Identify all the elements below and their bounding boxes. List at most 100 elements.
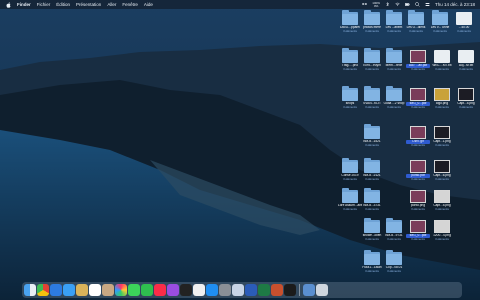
dropbox-icon[interactable] [362,2,368,7]
menu-aide[interactable]: Aide [144,0,153,9]
desktop-folder[interactable]: shops 3 éléments [338,86,362,109]
calendar-icon[interactable] [89,284,101,296]
document-icon [458,50,474,63]
hard-drive-icon [456,12,472,25]
desktop-folder[interactable]: BM-d...2121 3 éléments [360,158,384,181]
desktop-document[interactable]: Auj...M.txt 3 éléments [454,50,478,71]
menu-fenetre[interactable]: Fenêtre [122,0,138,9]
desktop-image[interactable]: Capt...5.png 3 éléments [454,88,478,109]
desktop-folder[interactable]: photos mere 3 éléments [360,10,384,33]
desktop-folder[interactable]: BM-d...9731 3 éléments [382,218,406,241]
desktop-image[interactable]: DWT.gif 3 éléments [406,126,430,147]
desktop-image[interactable]: ponto.png 3 éléments [406,190,430,211]
desktop-folder[interactable]: BM-d...3731 3 éléments [360,188,384,211]
image-thumbnail-icon [410,50,426,63]
finder-icon[interactable] [24,284,36,296]
bluetooth-icon[interactable] [385,2,390,7]
menu-bar: Finder Fichier Édition Présentation Alle… [0,0,480,9]
search-icon[interactable] [415,2,420,7]
terminal-icon[interactable] [284,284,296,296]
folder-icon [342,48,358,63]
folder-icon [386,48,402,63]
image-thumbnail-icon [410,160,426,173]
desktop-folder[interactable]: Docu....pparel 3 éléments [338,10,362,33]
image-thumbnail-icon [410,220,426,233]
desktop-folder[interactable]: Mem....texe 3 éléments [382,48,406,71]
news-icon[interactable] [193,284,205,296]
desktop-image[interactable]: IMG_0...pdf 3 éléments [406,220,430,241]
word-icon[interactable] [245,284,257,296]
wifi-icon[interactable] [395,2,400,7]
mail-icon[interactable] [63,284,75,296]
apple-icon[interactable] [6,1,11,8]
folder-icon [342,86,358,101]
preview-icon[interactable] [232,284,244,296]
desktop-image[interactable]: DAT ...ax.pdf 3 éléments [406,50,430,71]
control-center-icon[interactable] [425,2,430,7]
folder-icon [386,218,402,233]
podcasts-icon[interactable] [167,284,179,296]
desktop-image[interactable]: IMG_0...pdf 3 éléments [406,88,430,109]
desktop-folder[interactable]: Fuk41...18lan 3 éléments [360,250,384,273]
desktop-folder[interactable]: Conse 2019 3 éléments [338,158,362,181]
contacts-icon[interactable] [102,284,114,296]
settings-icon[interactable] [219,284,231,296]
desktop-image[interactable]: Capt...5.png 3 éléments [430,190,454,211]
desktop-folder[interactable]: Les V... unne 3 éléments [428,10,452,33]
dock-separator [299,284,300,296]
battery-status: 100% 0% [372,0,380,8]
desktop-folder[interactable]: Outla ...2 shop 3 éléments [382,86,406,109]
image-thumbnail-icon [434,160,450,173]
menu-presentation[interactable]: Présentation [76,0,101,9]
desktop-image[interactable]: ponto.pdf 3 éléments [406,160,430,181]
facetime-icon[interactable] [141,284,153,296]
desktop-folder[interactable]: Lore Assum...ahem 3 éléments [338,188,362,211]
notes-icon[interactable] [76,284,88,296]
menu-fichier[interactable]: Fichier [37,0,51,9]
menu-clock[interactable]: Thu 14 déc. à 23:18 [435,0,475,9]
appstore-icon[interactable] [206,284,218,296]
folder-icon [364,188,380,203]
desktop-folder[interactable]: BM-d...1521 3 éléments [360,124,384,147]
desktop-folder[interactable]: Cop...08.01 3 éléments [382,250,406,273]
powerpoint-icon[interactable] [271,284,283,296]
desktop-folder[interactable]: showe...ollen 3 éléments [360,218,384,241]
excel-icon[interactable] [258,284,270,296]
menu-edition[interactable]: Édition [56,0,70,9]
messages-icon[interactable] [128,284,140,296]
menu-app-name[interactable]: Finder [17,0,31,9]
downloads-icon[interactable] [303,284,315,296]
folder-icon [364,48,380,63]
trash-icon[interactable] [316,284,328,296]
folder-icon [364,86,380,101]
chrome-icon[interactable] [37,284,49,296]
photos-icon[interactable] [115,284,127,296]
image-thumbnail-icon [410,126,426,139]
desktop-image[interactable]: logo.png 3 éléments [430,88,454,109]
image-thumbnail-icon [434,88,450,101]
folder-icon [342,10,358,25]
menu-aller[interactable]: Aller [107,0,116,9]
desktop-folder[interactable]: SVAN...KLIT 3 éléments [360,86,384,109]
folder-icon [386,250,402,265]
desktop-folder[interactable]: Écrit....euyin 3 éléments [360,48,384,71]
image-thumbnail-icon [434,220,450,233]
folder-icon [342,188,358,203]
tv-icon[interactable] [180,284,192,296]
battery-icon[interactable] [404,2,410,7]
folder-icon [386,86,402,101]
music-icon[interactable] [154,284,166,296]
desktop-image[interactable]: Capt...1.png 3 éléments [430,126,454,147]
download-icon [412,15,420,21]
desktop-document[interactable]: ...40.00 3 éléments [452,12,476,33]
desktop-document[interactable]: WEL....M7.txt 3 éléments [430,50,454,71]
desktop-image[interactable]: Capt...6.png 3 éléments [430,160,454,181]
image-thumbnail-icon [434,190,450,203]
desktop-folder[interactable]: Les O...diens 3 éléments [404,10,428,33]
desktop-folder[interactable]: Trag.....pho 3 éléments [338,48,362,71]
desktop-folder[interactable]: Les ...ahem 3 éléments [382,10,406,33]
image-thumbnail-icon [434,126,450,139]
desktop-image[interactable]: 1200...4.png 3 éléments [430,220,454,241]
safari-icon[interactable] [50,284,62,296]
folder-icon [408,10,424,25]
